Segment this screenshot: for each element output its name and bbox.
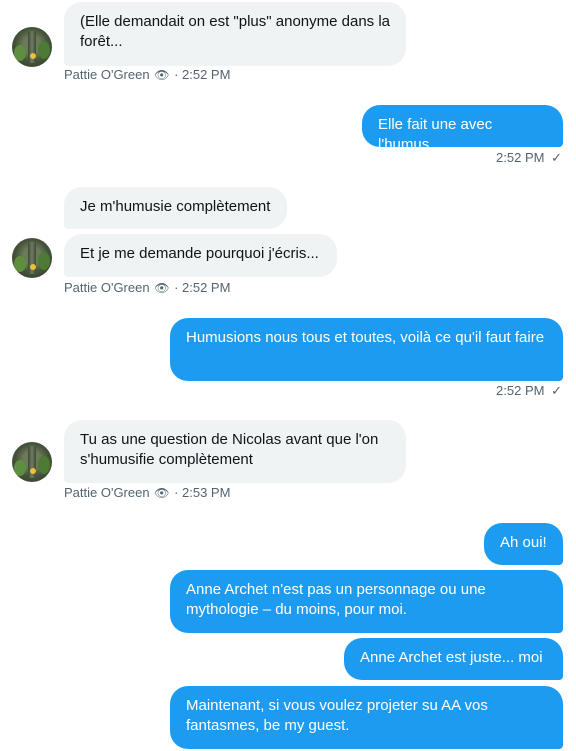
message-text: Tu as une question de Nicolas avant que … [80, 431, 379, 468]
message-meta: Pattie O'Green 👁 · 2:52 PM [64, 67, 230, 83]
sender-name[interactable]: Pattie O'Green [64, 280, 150, 295]
check-icon: ✓ [551, 383, 562, 398]
incoming-message[interactable]: Je m'humusie complètement [64, 187, 287, 229]
incoming-message[interactable]: Tu as une question de Nicolas avant que … [64, 420, 406, 483]
outgoing-message[interactable]: Maintenant, si vous voulez projeter su A… [170, 686, 563, 749]
timestamp: · 2:52 PM [174, 67, 231, 82]
sender-name[interactable]: Pattie O'Green [64, 485, 150, 500]
eye-icon: 👁 [154, 68, 170, 82]
timestamp: 2:52 PM [496, 150, 545, 165]
sender-name[interactable]: Pattie O'Green [64, 67, 150, 82]
timestamp: 2:52 PM [496, 383, 545, 398]
conversation-thread: (Elle demandait on est "plus" anonyme da… [0, 0, 576, 751]
timestamp: · 2:53 PM [174, 485, 231, 500]
message-text: Maintenant, si vous voulez projeter su A… [186, 697, 488, 734]
message-meta: Pattie O'Green 👁 · 2:53 PM [64, 485, 230, 501]
eye-icon: 👁 [154, 486, 170, 500]
incoming-message[interactable]: (Elle demandait on est "plus" anonyme da… [64, 2, 406, 66]
message-meta: 2:52 PM ✓ [496, 383, 562, 399]
message-text: Anne Archet n'est pas un personnage ou u… [186, 581, 486, 618]
message-text: Anne Archet est juste... moi [360, 649, 543, 666]
avatar[interactable] [12, 442, 52, 482]
avatar[interactable] [12, 27, 52, 67]
timestamp: · 2:52 PM [174, 280, 231, 295]
outgoing-message[interactable]: Humusions nous tous et toutes, voilà ce … [170, 318, 563, 381]
outgoing-message[interactable]: Anne Archet n'est pas un personnage ou u… [170, 570, 563, 633]
message-meta: Pattie O'Green 👁 · 2:52 PM [64, 280, 230, 296]
outgoing-message[interactable]: Ah oui! [484, 523, 563, 565]
check-icon: ✓ [551, 150, 562, 165]
message-text: Je m'humusie complètement [80, 198, 271, 215]
eye-icon: 👁 [154, 281, 170, 295]
outgoing-message[interactable]: Elle fait une avec l'humus [362, 105, 563, 153]
message-text: Et je me demande pourquoi j'écris... [80, 245, 319, 262]
message-meta: 2:52 PM ✓ [496, 150, 562, 166]
message-text: (Elle demandait on est "plus" anonyme da… [80, 13, 390, 50]
message-text: Humusions nous tous et toutes, voilà ce … [186, 329, 545, 346]
message-text: Ah oui! [500, 534, 547, 551]
incoming-message[interactable]: Et je me demande pourquoi j'écris... [64, 234, 337, 277]
avatar[interactable] [12, 238, 52, 278]
outgoing-message[interactable]: Anne Archet est juste... moi [344, 638, 563, 680]
message-text: Elle fait une avec l'humus [378, 116, 493, 153]
